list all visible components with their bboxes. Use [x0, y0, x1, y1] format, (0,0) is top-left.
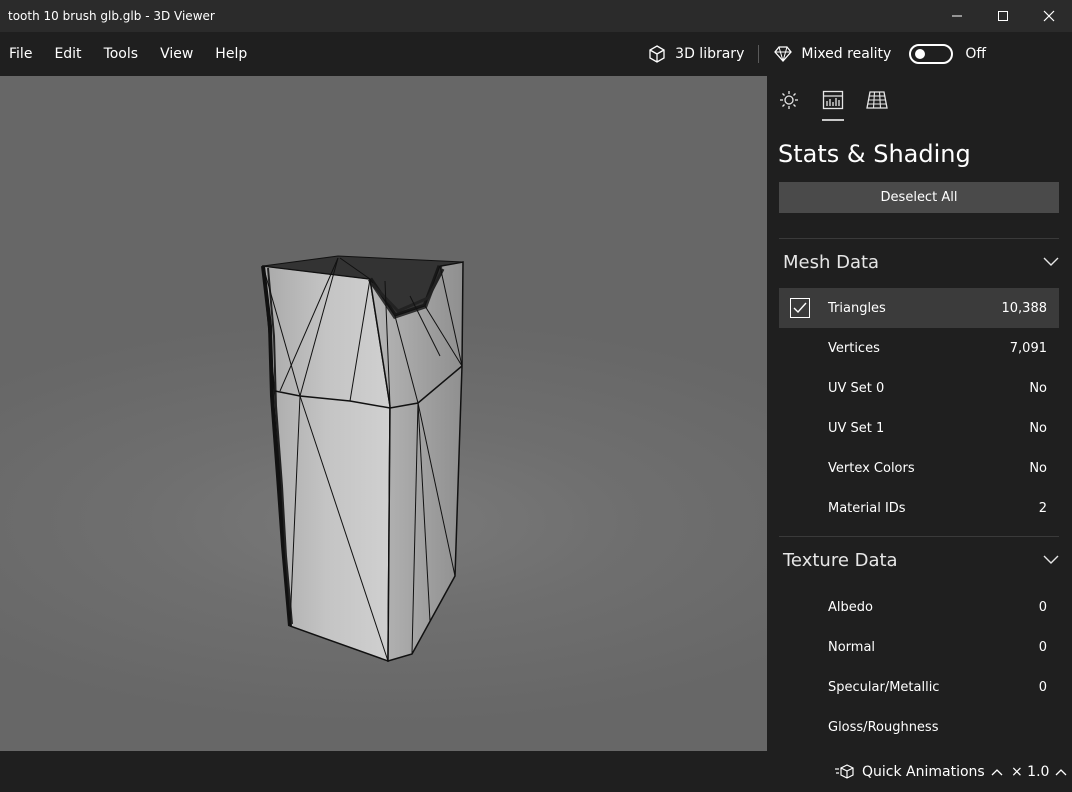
quick-animations-button[interactable]: Quick Animations	[834, 764, 1003, 780]
row-label: UV Set 0	[828, 380, 885, 396]
grid-icon	[866, 91, 888, 109]
status-bar: Quick Animations × 1.0	[0, 751, 1072, 792]
mixed-reality-button[interactable]: Mixed reality	[759, 32, 905, 76]
close-button[interactable]	[1026, 0, 1072, 32]
row-value: 10,388	[1001, 300, 1048, 316]
mesh-data-title: Mesh Data	[783, 251, 880, 273]
chevron-up-icon	[991, 769, 1003, 776]
row-label: Material IDs	[828, 500, 906, 516]
row-value: 0	[1038, 639, 1047, 655]
stats-panel: Stats & Shading Deselect All Mesh Data T…	[767, 76, 1072, 751]
checkmark-icon	[793, 302, 807, 314]
row-value: 7,091	[1009, 340, 1047, 356]
menu-edit[interactable]: Edit	[43, 32, 92, 76]
3d-viewport[interactable]	[0, 76, 767, 751]
menu-right-group: 3D library Mixed reality Off	[633, 32, 1072, 76]
sun-icon	[780, 91, 798, 109]
texture-row-gloss-roughness: Gloss/Roughness	[779, 707, 1059, 747]
menu-bar: File Edit Tools View Help 3D library Mix…	[0, 32, 1072, 76]
row-value: 2	[1038, 500, 1047, 516]
chevron-down-icon	[1043, 555, 1059, 564]
cube-icon	[649, 45, 665, 63]
close-icon	[1043, 10, 1055, 22]
tab-lighting[interactable]	[778, 77, 800, 123]
mixed-reality-label: Mixed reality	[801, 46, 892, 62]
menu-view[interactable]: View	[149, 32, 204, 76]
mesh-row-triangles[interactable]: Triangles 10,388	[779, 288, 1059, 328]
mesh-row-uv-set-0: UV Set 0 No	[779, 368, 1059, 408]
maximize-button[interactable]	[980, 0, 1026, 32]
panel-tab-strip	[767, 76, 1072, 124]
triangles-checkbox[interactable]	[790, 298, 810, 318]
row-value: 0	[1038, 599, 1047, 615]
menu-file[interactable]: File	[0, 32, 43, 76]
mesh-model[interactable]	[0, 76, 767, 751]
window-title: tooth 10 brush glb.glb - 3D Viewer	[8, 9, 215, 23]
texture-row-specular-metallic: Specular/Metallic 0	[779, 667, 1059, 707]
minimize-icon	[952, 15, 962, 17]
texture-data-title: Texture Data	[783, 549, 898, 571]
row-label: Vertices	[828, 340, 880, 356]
tab-stats[interactable]	[822, 77, 844, 123]
maximize-icon	[998, 11, 1008, 21]
texture-row-normal: Normal 0	[779, 627, 1059, 667]
mesh-row-material-ids: Material IDs 2	[779, 488, 1059, 528]
row-label: Normal	[828, 639, 876, 655]
panel-title: Stats & Shading	[778, 140, 971, 168]
speed-label: × 1.0	[1011, 764, 1050, 780]
texture-data-header[interactable]: Texture Data	[783, 537, 1059, 583]
row-value: No	[1029, 460, 1047, 476]
3d-library-button[interactable]: 3D library	[633, 32, 758, 76]
3d-library-label: 3D library	[675, 46, 745, 62]
mesh-row-vertices: Vertices 7,091	[779, 328, 1059, 368]
row-value: No	[1029, 420, 1047, 436]
row-label: Specular/Metallic	[828, 679, 940, 695]
stats-chart-icon	[822, 90, 844, 110]
menu-tools[interactable]: Tools	[93, 32, 150, 76]
mesh-row-vertex-colors: Vertex Colors No	[779, 448, 1059, 488]
chevron-up-icon	[1055, 769, 1067, 776]
row-label: Gloss/Roughness	[828, 719, 939, 735]
row-label: UV Set 1	[828, 420, 885, 436]
quick-animations-label: Quick Animations	[862, 764, 985, 780]
deselect-all-button[interactable]: Deselect All	[779, 182, 1059, 213]
toggle-knob	[915, 49, 926, 59]
texture-row-albedo: Albedo 0	[779, 587, 1059, 627]
mixed-reality-state: Off	[965, 46, 986, 62]
animation-cube-icon	[835, 764, 854, 779]
title-bar: tooth 10 brush glb.glb - 3D Viewer	[0, 0, 1072, 32]
mesh-data-header[interactable]: Mesh Data	[783, 239, 1059, 285]
row-label: Vertex Colors	[828, 460, 915, 476]
minimize-button[interactable]	[934, 0, 980, 32]
row-value: No	[1029, 380, 1047, 396]
row-value: 0	[1038, 679, 1047, 695]
row-label: Triangles	[828, 300, 886, 316]
tab-grid[interactable]	[866, 77, 888, 123]
speed-button[interactable]: × 1.0	[1011, 764, 1067, 780]
menu-help[interactable]: Help	[204, 32, 258, 76]
mixed-reality-toggle[interactable]	[909, 44, 954, 64]
row-label: Albedo	[828, 599, 873, 615]
chevron-down-icon	[1043, 257, 1059, 266]
mixed-reality-icon	[774, 46, 793, 62]
mesh-row-uv-set-1: UV Set 1 No	[779, 408, 1059, 448]
